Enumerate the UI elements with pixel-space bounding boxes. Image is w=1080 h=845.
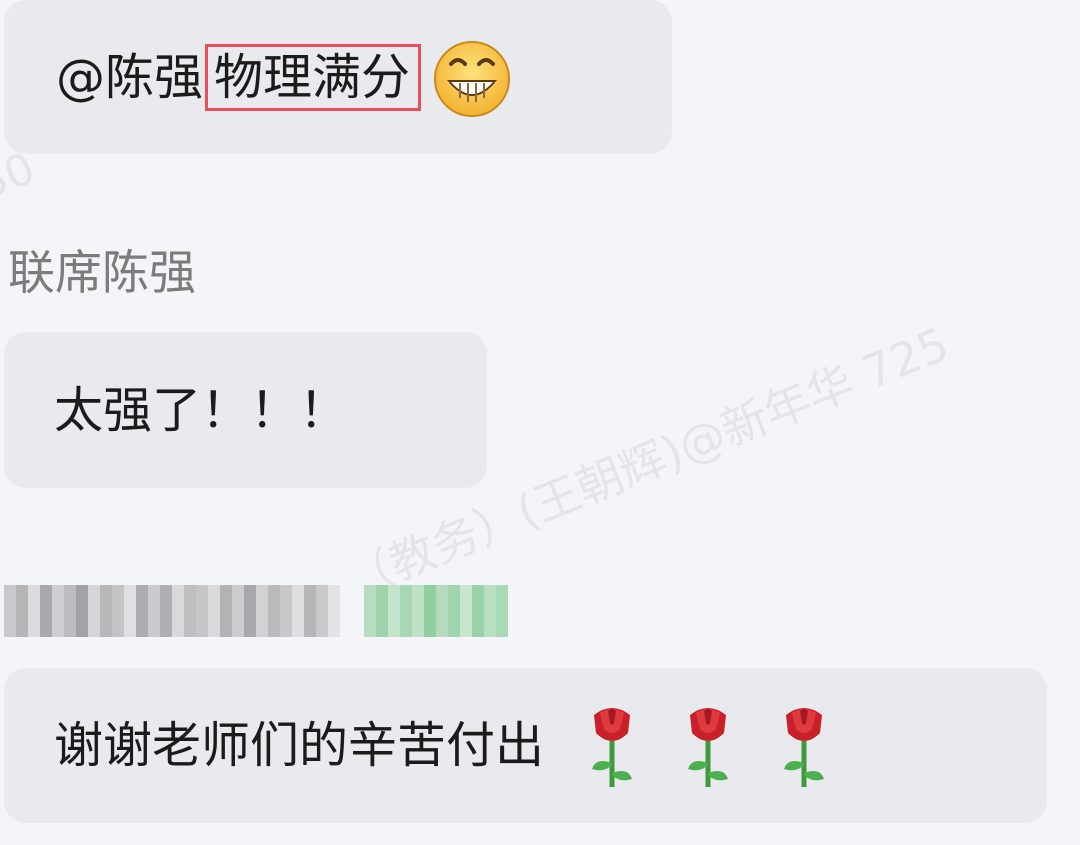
chat-window: 50 （教务）(王朝辉)@新年华 725 @陈强 物理满分 联席陈强 太强了！！… [0,0,1080,845]
rose-icon [776,701,832,791]
rose-icon [680,701,736,791]
highlighted-text: 物理满分 [205,43,422,111]
message-text: 太强了！！！ [54,381,349,439]
message-bubble[interactable]: 谢谢老师们的辛苦付出 [4,668,1047,823]
message-bubble[interactable]: 太强了！！！ [4,332,487,488]
rose-icon [584,701,640,791]
mention-text[interactable]: @陈强 [56,53,203,102]
obscured-sender-name [4,585,508,637]
message-text: 谢谢老师们的辛苦付出 [54,717,545,774]
sender-name[interactable]: 联席陈强 [8,250,196,297]
message-bubble[interactable]: @陈强 物理满分 [4,0,672,154]
grinning-face-icon [431,36,513,118]
